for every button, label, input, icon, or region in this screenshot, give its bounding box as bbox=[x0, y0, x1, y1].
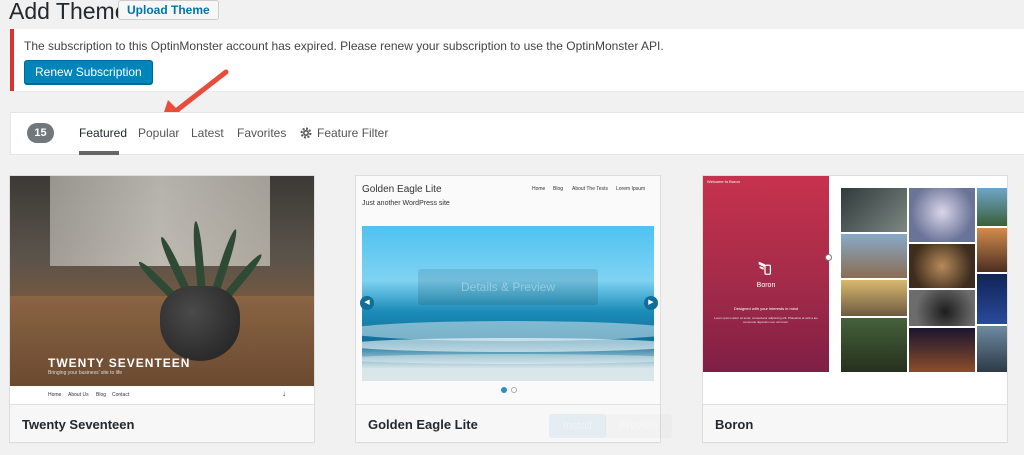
theme-name: Boron bbox=[715, 417, 754, 432]
photo-tile bbox=[909, 244, 975, 288]
preview-button-faded[interactable]: Preview bbox=[605, 414, 672, 438]
preview-menu-item: Lorem Ipsum bbox=[616, 186, 646, 192]
boron-logo-icon bbox=[758, 261, 772, 275]
preview-nav-item: About Us bbox=[68, 392, 89, 398]
preview-nav: Home About Us Blog Contact ↓ bbox=[10, 386, 314, 404]
photo-tile bbox=[909, 188, 975, 242]
theme-card-golden-eagle-lite[interactable]: Golden Eagle Lite Just another WordPress… bbox=[355, 175, 661, 443]
photo-tile bbox=[909, 328, 975, 372]
theme-filter-bar: 15 Featured Popular Latest Favorites Fea… bbox=[10, 112, 1024, 155]
install-button-faded[interactable]: Install bbox=[549, 414, 606, 438]
theme-name: Golden Eagle Lite bbox=[368, 417, 478, 432]
preview-menu-item: Home bbox=[532, 186, 546, 192]
preview-nav-item: Blog bbox=[96, 392, 107, 398]
preview-hero-panel: Welcome to Boron Boron Designed with you… bbox=[703, 176, 829, 372]
gear-icon[interactable] bbox=[299, 126, 313, 140]
theme-name-bar: Boron bbox=[703, 404, 1007, 442]
tab-featured[interactable]: Featured bbox=[79, 126, 127, 140]
photo-tile bbox=[977, 274, 1007, 324]
theme-name: Twenty Seventeen bbox=[22, 417, 135, 432]
theme-screenshot[interactable]: Golden Eagle Lite Just another WordPress… bbox=[356, 176, 660, 404]
tab-favorites[interactable]: Favorites bbox=[237, 126, 286, 140]
photo-tile bbox=[977, 188, 1007, 226]
upload-theme-button[interactable]: Upload Theme bbox=[118, 0, 219, 20]
notice-message: The subscription to this OptinMonster ac… bbox=[24, 39, 664, 53]
photo-tile bbox=[977, 228, 1007, 272]
photo-tile bbox=[841, 280, 907, 316]
theme-count-badge: 15 bbox=[27, 123, 54, 143]
preview-mini-title: Welcome to Boron bbox=[707, 179, 740, 184]
slider-prev-icon: ◀ bbox=[360, 296, 374, 310]
preview-menu-item: Blog bbox=[553, 186, 564, 192]
preview-nav-item: Home bbox=[48, 392, 62, 398]
search-icon bbox=[825, 254, 832, 261]
theme-card-twenty-seventeen[interactable]: TWENTY SEVENTEEN Bringing your business'… bbox=[9, 175, 315, 443]
theme-name-bar: Golden Eagle Lite Install Preview bbox=[356, 404, 660, 442]
preview-description: Lorem ipsum dolor sit amet, consectetur … bbox=[714, 316, 818, 324]
preview-site-title: TWENTY SEVENTEEN bbox=[48, 356, 191, 370]
photo-grid bbox=[841, 188, 1007, 372]
slider-next-icon: ▶ bbox=[644, 296, 658, 310]
preview-menu-item: About The Tests bbox=[572, 186, 608, 192]
preview-tagline: Bringing your business' site to life bbox=[48, 370, 123, 376]
photo-tile bbox=[841, 188, 907, 232]
preview-nav-item: Contact bbox=[112, 392, 130, 398]
slider-dot-active bbox=[501, 387, 507, 393]
theme-card-boron[interactable]: Welcome to Boron Boron Designed with you… bbox=[702, 175, 1008, 443]
slider-dot bbox=[511, 387, 517, 393]
photo-tile bbox=[977, 326, 1007, 372]
photo-tile bbox=[841, 318, 907, 372]
photo-tile bbox=[841, 234, 907, 278]
scroll-down-icon: ↓ bbox=[282, 389, 286, 398]
details-preview-overlay[interactable]: Details & Preview bbox=[418, 269, 598, 305]
current-tab-indicator bbox=[79, 151, 119, 155]
subscription-expired-notice: The subscription to this OptinMonster ac… bbox=[10, 29, 1024, 91]
feature-filter-link[interactable]: Feature Filter bbox=[317, 126, 388, 140]
theme-screenshot[interactable]: TWENTY SEVENTEEN Bringing your business'… bbox=[10, 176, 314, 404]
theme-name-bar: Twenty Seventeen bbox=[10, 404, 314, 442]
photo-tile bbox=[909, 290, 975, 326]
plant-pot-image bbox=[160, 286, 240, 361]
preview-site-title: Golden Eagle Lite bbox=[362, 184, 442, 195]
tab-popular[interactable]: Popular bbox=[138, 126, 179, 140]
preview-tagline: Designed with your interests in mind bbox=[733, 306, 799, 311]
theme-screenshot[interactable]: Welcome to Boron Boron Designed with you… bbox=[703, 176, 1007, 404]
preview-site-title: Boron bbox=[756, 282, 776, 289]
preview-subtitle: Just another WordPress site bbox=[362, 200, 450, 207]
tab-latest[interactable]: Latest bbox=[191, 126, 224, 140]
renew-subscription-button[interactable]: Renew Subscription bbox=[24, 60, 153, 84]
